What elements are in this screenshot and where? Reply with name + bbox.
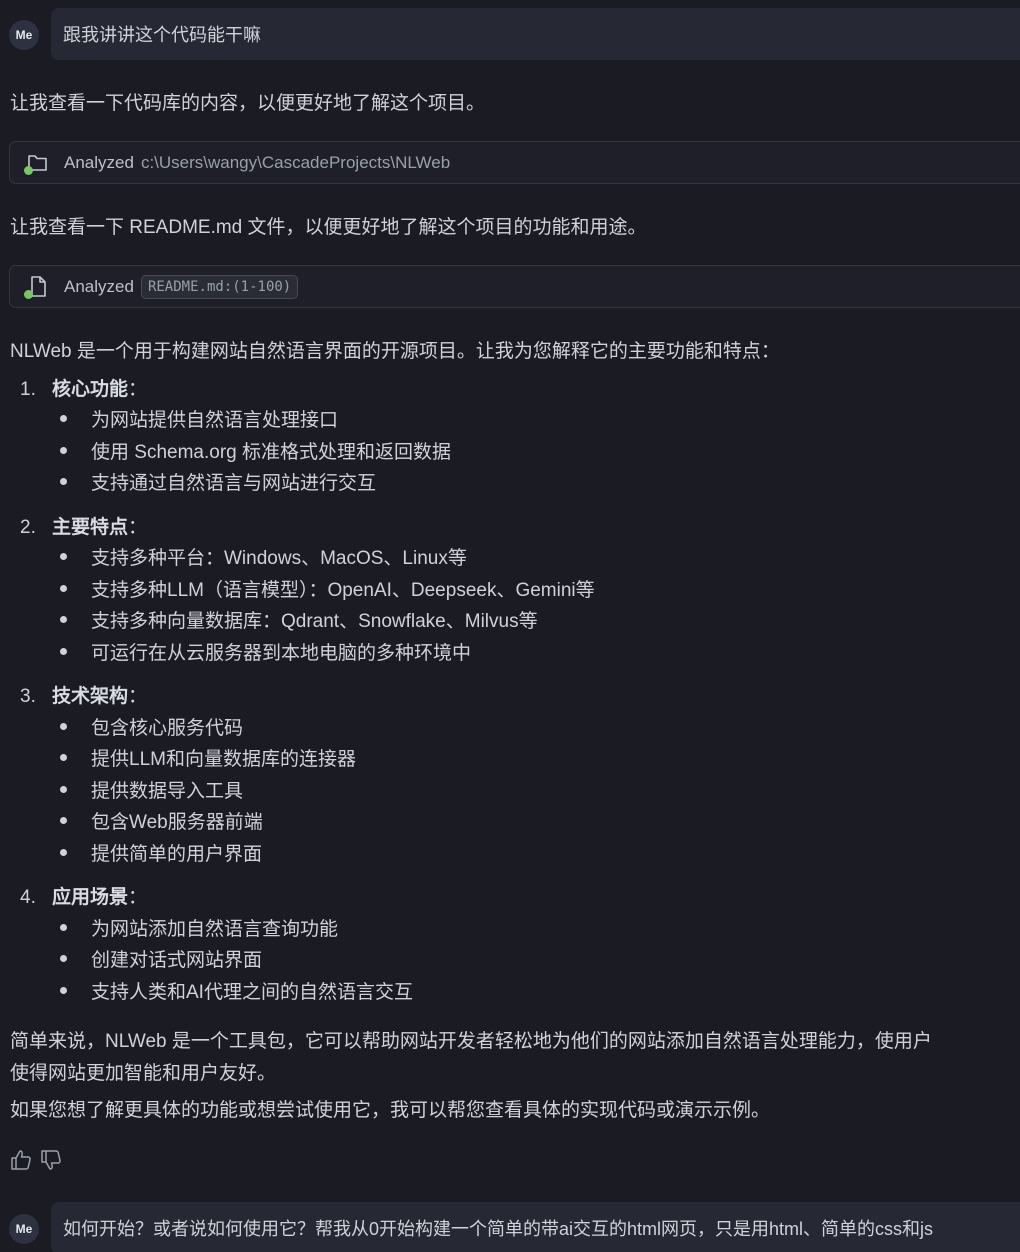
user-avatar: Me (9, 20, 39, 50)
section-heading: 2. 主要特点： (20, 517, 148, 538)
list-item: 支持多种LLM（语言模型）：OpenAI、Deepseek、Gemini等 (60, 575, 595, 602)
list-item: 支持人类和AI代理之间的自然语言交互 (60, 977, 413, 1004)
tool-label: Analyzed (64, 276, 134, 296)
list-item: 支持多种平台：Windows、MacOS、Linux等 (60, 543, 467, 570)
analyzed-folder-step[interactable]: Analyzed c:\Users\wangy\CascadeProjects\… (9, 141, 1020, 184)
chat-panel: Me 跟我讲讲这个代码能干嘛 让我查看一下代码库的内容，以便更好地了解这个项目。… (0, 0, 1020, 1252)
thumbs-down-icon[interactable] (39, 1148, 63, 1172)
list-item: 提供数据导入工具 (60, 776, 243, 803)
user-message-bubble[interactable]: 如何开始？或者说如何使用它？帮我从0开始构建一个简单的带ai交互的html网页，… (51, 1202, 1020, 1252)
list-item: 包含核心服务代码 (60, 713, 243, 740)
user-message: Me 如何开始？或者说如何使用它？帮我从0开始构建一个简单的带ai交互的html… (0, 1202, 1020, 1252)
list-item: 为网站添加自然语言查询功能 (60, 914, 338, 941)
assistant-summary-cont: 使得网站更加智能和用户友好。 (10, 1063, 277, 1084)
user-avatar: Me (9, 1214, 39, 1244)
list-item: 为网站提供自然语言处理接口 (60, 405, 338, 432)
list-item: 创建对话式网站界面 (60, 945, 262, 972)
folder-icon (24, 150, 50, 176)
assistant-paragraph: 让我查看一下代码库的内容，以便更好地了解这个项目。 (10, 93, 486, 114)
section-heading: 3. 技术架构： (20, 686, 148, 707)
list-item: 支持多种向量数据库：Qdrant、Snowflake、Milvus等 (60, 606, 538, 633)
list-item: 支持通过自然语言与网站进行交互 (60, 468, 376, 495)
feedback-bar (9, 1148, 63, 1172)
list-item: 包含Web服务器前端 (60, 807, 263, 834)
list-item: 提供简单的用户界面 (60, 839, 262, 866)
analyzed-file-step[interactable]: Analyzed README.md:(1-100) (9, 265, 1020, 308)
assistant-paragraph: 让我查看一下 README.md 文件，以便更好地了解这个项目的功能和用途。 (10, 217, 647, 238)
tool-label: Analyzed (64, 152, 134, 172)
user-message: Me 跟我讲讲这个代码能干嘛 (0, 8, 1020, 62)
assistant-closing: 如果您想了解更具体的功能或想尝试使用它，我可以帮您查看具体的实现代码或演示示例。 (10, 1100, 771, 1121)
assistant-intro: NLWeb 是一个用于构建网站自然语言界面的开源项目。让我为您解释它的主要功能和… (10, 341, 780, 362)
assistant-summary: 简单来说，NLWeb 是一个工具包，它可以帮助网站开发者轻松地为他们的网站添加自… (10, 1031, 932, 1052)
section-heading: 4. 应用场景： (20, 887, 148, 908)
section-heading: 1. 核心功能： (20, 379, 148, 400)
user-message-bubble[interactable]: 跟我讲讲这个代码能干嘛 (51, 8, 1020, 60)
file-icon (24, 274, 50, 300)
file-range-chip[interactable]: README.md:(1-100) (140, 274, 299, 299)
tool-path: c:\Users\wangy\CascadeProjects\NLWeb (140, 152, 451, 172)
list-item: 提供LLM和向量数据库的连接器 (60, 744, 356, 771)
list-item: 可运行在从云服务器到本地电脑的多种环境中 (60, 638, 471, 665)
thumbs-up-icon[interactable] (9, 1148, 33, 1172)
list-item: 使用 Schema.org 标准格式处理和返回数据 (60, 437, 451, 464)
